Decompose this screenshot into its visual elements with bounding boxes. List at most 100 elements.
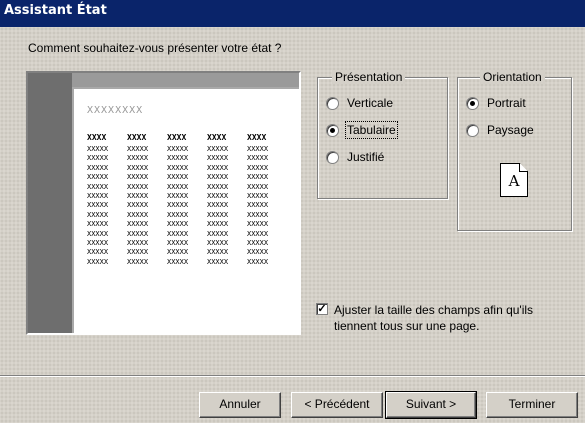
radio-label: Paysage xyxy=(487,123,534,137)
preview-cell: XXXXX xyxy=(87,239,109,248)
preview-cell: XXXXX xyxy=(167,201,189,210)
preview-cell: XXXXX xyxy=(127,173,149,182)
presentation-group: Présentation Verticale Tabulaire Justifi… xyxy=(317,70,448,199)
preview-cell: XXXXX xyxy=(247,210,269,219)
preview-cell: XXXXX xyxy=(127,257,149,266)
preview-header-cell: XXXX xyxy=(207,133,227,142)
preview-cell: XXXXX xyxy=(207,220,229,229)
preview-cell: XXXXX xyxy=(87,182,109,191)
preview-cell: XXXXX xyxy=(167,192,189,201)
preview-cell: XXXXX xyxy=(167,182,189,191)
preview-cell: XXXXX xyxy=(127,182,149,191)
radio-button-selected[interactable] xyxy=(326,123,339,137)
radio-button[interactable] xyxy=(326,96,339,110)
fit-fields-checkbox[interactable]: ✓ xyxy=(316,303,328,315)
radio-verticale[interactable]: Verticale xyxy=(326,96,393,110)
preview-cell: XXXXX xyxy=(207,210,229,219)
preview-cell: XXXXX xyxy=(87,201,109,210)
preview-cell: XXXXX xyxy=(247,154,269,163)
preview-cell: XXXXX xyxy=(87,192,109,201)
preview-cell: XXXXX xyxy=(247,248,269,257)
preview-cell: XXXXX xyxy=(167,257,189,266)
preview-cell: XXXXX xyxy=(167,210,189,219)
preview-cell: XXXXX xyxy=(127,248,149,257)
preview-cell: XXXXX xyxy=(247,201,269,210)
preview-cell: XXXXX xyxy=(87,154,109,163)
preview-cell: XXXXX xyxy=(207,145,229,153)
radio-button[interactable] xyxy=(326,150,339,164)
preview-cell: XXXXX xyxy=(127,220,149,229)
page-fold-icon xyxy=(519,163,528,172)
preview-cell: XXXXX xyxy=(127,163,149,172)
preview-margin-top xyxy=(72,73,299,87)
preview-cell: XXXXX xyxy=(247,163,269,172)
preview-cell: XXXXX xyxy=(167,229,189,238)
preview-cell: XXXXX xyxy=(87,210,109,219)
radio-label: Justifié xyxy=(347,150,385,164)
wizard-question: Comment souhaitez-vous présenter votre é… xyxy=(28,41,282,55)
preview-cell: XXXXX xyxy=(127,201,149,210)
radio-label: Portrait xyxy=(487,96,526,110)
radio-paysage[interactable]: Paysage xyxy=(466,123,534,137)
preview-cell: XXXXX xyxy=(207,257,229,266)
preview-cell: XXXXX xyxy=(87,220,109,229)
preview-cell: XXXXX xyxy=(127,154,149,163)
preview-cell: XXXXX xyxy=(247,239,269,248)
preview-cell: XXXXX xyxy=(207,192,229,201)
finish-button[interactable]: Terminer xyxy=(486,392,578,418)
button-separator xyxy=(0,375,585,377)
radio-button-selected[interactable] xyxy=(466,96,479,110)
preview-cell: XXXXX xyxy=(247,173,269,182)
preview-margin-left xyxy=(28,73,72,333)
fit-fields-label: Ajuster la taille des champs afin qu'ils… xyxy=(334,303,534,333)
preview-cell: XXXXX xyxy=(87,257,109,266)
preview-cell: XXXXX xyxy=(207,163,229,172)
preview-cell: XXXXX xyxy=(127,239,149,248)
orientation-legend: Orientation xyxy=(480,70,545,84)
orientation-group: Orientation Portrait Paysage A xyxy=(457,70,572,231)
preview-header-cell: XXXX xyxy=(127,133,147,142)
preview-cell: XXXXX xyxy=(247,257,269,266)
preview-cell: XXXXX xyxy=(207,239,229,248)
report-wizard-dialog: Comment souhaitez-vous présenter votre é… xyxy=(0,27,585,423)
radio-justifie[interactable]: Justifié xyxy=(326,150,384,164)
radio-tabulaire[interactable]: Tabulaire xyxy=(326,121,398,139)
preview-cell: XXXXX xyxy=(87,229,109,238)
radio-button[interactable] xyxy=(466,123,479,137)
preview-cell: XXXXX xyxy=(207,173,229,182)
preview-cell: XXXXX xyxy=(167,154,189,163)
preview-cell: XXXXX xyxy=(127,145,149,153)
title-bar[interactable]: Assistant État xyxy=(0,0,585,27)
preview-cell: XXXXX xyxy=(167,248,189,257)
radio-label: Tabulaire xyxy=(345,121,398,139)
preview-cell: XXXXX xyxy=(247,220,269,229)
preview-cell: XXXXX xyxy=(247,229,269,238)
preview-cell: XXXXX xyxy=(207,248,229,257)
preview-header-cell: XXXX xyxy=(167,133,187,142)
preview-table: XXXX XXXX XXXX XXXX XXXX XXXXX XXXXX XXXXX XXXXX… xyxy=(87,133,287,267)
preview-cell: XXXXX xyxy=(247,182,269,191)
radio-portrait[interactable]: Portrait xyxy=(466,96,526,110)
preview-cell: XXXXX xyxy=(207,229,229,238)
preview-header-cell: XXXX xyxy=(87,133,107,142)
fit-fields-option[interactable]: ✓ Ajuster la taille des champs afin qu'i… xyxy=(316,302,574,334)
preview-cell: XXXXX xyxy=(127,229,149,238)
cancel-button[interactable]: Annuler xyxy=(199,392,281,418)
next-button[interactable]: Suivant > xyxy=(385,391,477,419)
preview-cell: XXXXX xyxy=(87,173,109,182)
radio-label: Verticale xyxy=(347,96,394,110)
presentation-legend: Présentation xyxy=(332,70,406,84)
preview-cell: XXXXX xyxy=(167,163,189,172)
preview-cell: XXXXX xyxy=(87,163,109,172)
preview-cell: XXXXX xyxy=(167,220,189,229)
preview-cell: XXXXX xyxy=(127,210,149,219)
layout-preview: XXXXXXXX XXXX XXXX XXXX XXXX XXXX XXXXX XXXXX X… xyxy=(26,71,301,335)
preview-page: XXXXXXXX XXXX XXXX XXXX XXXX XXXX XXXXX XXXXX X… xyxy=(74,89,301,333)
previous-button[interactable]: < Précédent xyxy=(291,392,383,418)
preview-cell: XXXXX xyxy=(87,248,109,257)
preview-cell: XXXXX xyxy=(247,145,269,153)
preview-sample-title: XXXXXXXX xyxy=(87,105,144,116)
preview-cell: XXXXX xyxy=(87,145,109,153)
preview-cell: XXXXX xyxy=(207,182,229,191)
preview-cell: XXXXX xyxy=(167,145,189,153)
